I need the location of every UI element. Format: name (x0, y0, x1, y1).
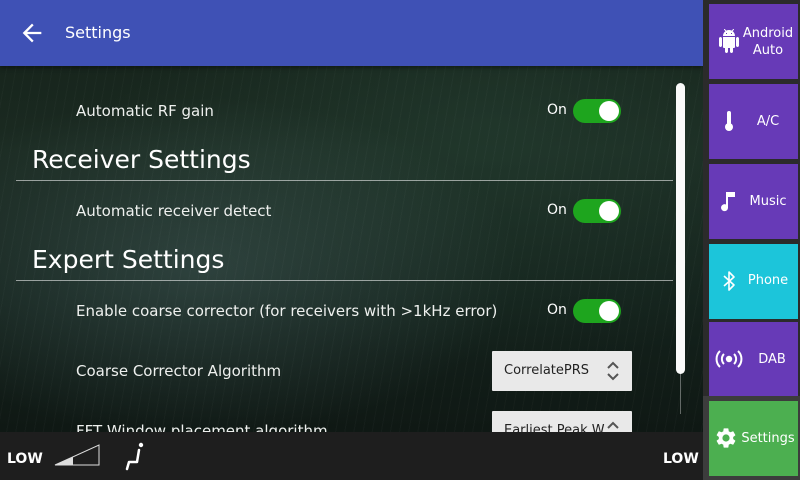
right-climate-level: LOW (663, 451, 699, 467)
toggle-state-text: On (547, 102, 567, 118)
toggle-knob (599, 101, 619, 121)
select-value: Earliest Peak W (504, 423, 605, 432)
coarse-algorithm-select[interactable]: CorrelatePRS (492, 351, 632, 391)
thermometer-icon (725, 111, 733, 131)
setting-fft-window: FFT Window placement algorithm Earliest … (76, 411, 636, 432)
toggle-state-text: On (547, 202, 567, 218)
sidebar-item-android-auto[interactable]: Android Auto (709, 4, 798, 79)
fft-window-select[interactable]: Earliest Peak W (492, 411, 632, 432)
seat-heater-icon[interactable] (124, 442, 148, 472)
scrollbar-thumb[interactable] (676, 83, 685, 374)
settings-list[interactable]: Automatic RF gain On Receiver Settings A… (0, 66, 703, 432)
auto-receiver-detect-toggle[interactable] (573, 199, 621, 223)
music-note-icon (721, 192, 735, 212)
up-down-chevron-icon (607, 361, 619, 381)
sidebar: Android Auto A/C Music Phone DAB Setting… (703, 0, 800, 480)
sidebar-item-label: DAB (758, 352, 786, 367)
sidebar-item-label: Settings (741, 431, 795, 446)
left-climate-level: LOW (7, 451, 43, 467)
sidebar-item-label: Phone (747, 273, 789, 288)
toggle-knob (599, 201, 619, 221)
toggle-state-text: On (547, 302, 567, 318)
setting-label: Automatic RF gain (76, 102, 214, 120)
section-divider (16, 280, 673, 281)
main-panel: Settings Automatic RF gain On Receiver S… (0, 0, 703, 432)
setting-coarse-algorithm: Coarse Corrector Algorithm CorrelatePRS (76, 351, 636, 391)
bluetooth-icon (723, 271, 735, 291)
setting-label: FFT Window placement algorithm (76, 422, 328, 432)
scrollbar-track (680, 374, 681, 414)
section-divider (16, 180, 673, 181)
sidebar-item-settings[interactable]: Settings (709, 401, 798, 476)
sidebar-item-label: Music (749, 194, 787, 209)
sidebar-item-dab[interactable]: DAB (709, 322, 798, 397)
sidebar-item-label: Android Auto (742, 26, 794, 58)
select-value: CorrelatePRS (504, 363, 590, 378)
setting-auto-rf-gain: Automatic RF gain On (76, 93, 636, 129)
up-down-chevron-icon (607, 421, 619, 429)
active-item-highlight: Settings (703, 396, 800, 480)
fan-speed-ramp-icon[interactable] (53, 443, 101, 467)
app-header: Settings (0, 0, 703, 66)
section-title-expert: Expert Settings (32, 245, 225, 274)
sidebar-item-ac[interactable]: A/C (709, 84, 798, 159)
sidebar-item-music[interactable]: Music (709, 164, 798, 239)
sidebar-item-phone[interactable]: Phone (709, 244, 798, 319)
setting-label: Enable coarse corrector (for receivers w… (76, 302, 498, 320)
gear-icon (716, 428, 736, 448)
android-icon (719, 29, 739, 53)
section-title-receiver: Receiver Settings (32, 145, 251, 174)
setting-label: Automatic receiver detect (76, 202, 272, 220)
auto-rf-gain-toggle[interactable] (573, 99, 621, 123)
back-arrow-icon[interactable] (18, 19, 46, 47)
setting-coarse-corrector: Enable coarse corrector (for receivers w… (76, 293, 636, 329)
bottom-status-bar: LOW LOW (0, 432, 703, 480)
coarse-corrector-toggle[interactable] (573, 299, 621, 323)
setting-auto-receiver-detect: Automatic receiver detect On (76, 193, 636, 229)
broadcast-icon (715, 350, 743, 368)
sidebar-item-label: A/C (756, 114, 780, 129)
toggle-knob (599, 301, 619, 321)
setting-label: Coarse Corrector Algorithm (76, 362, 282, 380)
page-title: Settings (65, 23, 131, 42)
